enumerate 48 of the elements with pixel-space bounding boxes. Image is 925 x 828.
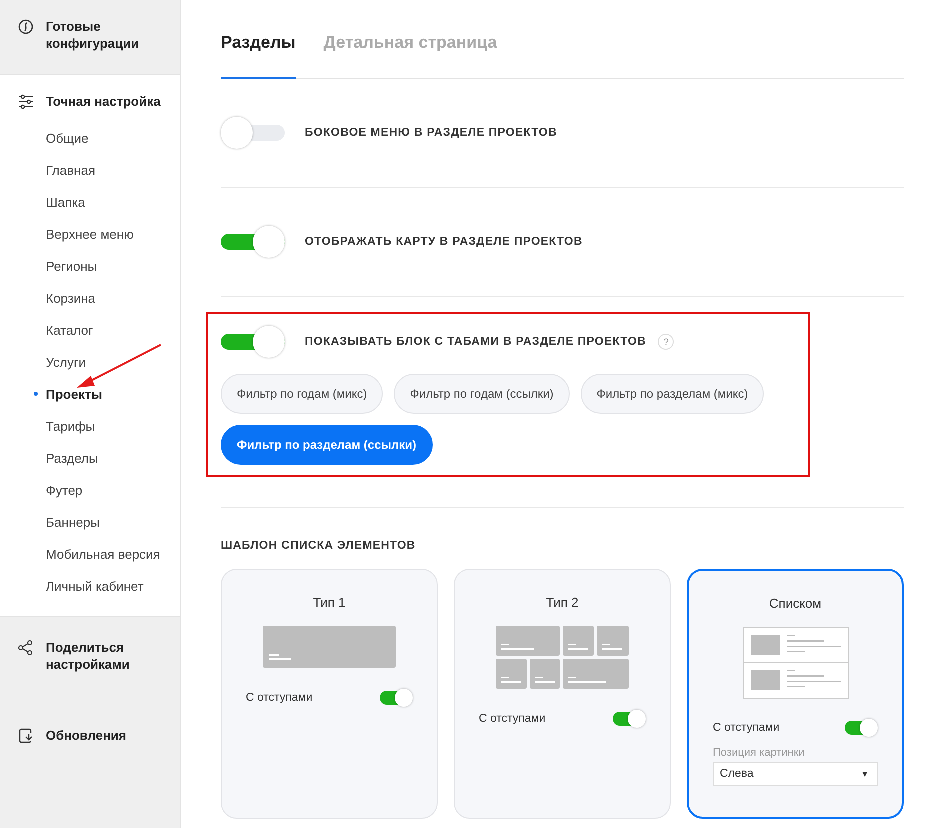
option-label: С отступами	[479, 713, 546, 725]
toggle-switch[interactable]	[380, 689, 413, 707]
toggle-switch[interactable]	[613, 710, 646, 728]
sidebar-item[interactable]: Корзина	[46, 290, 96, 306]
sidebar-item[interactable]: Тарифы	[46, 418, 96, 434]
option-label: С отступами	[246, 692, 313, 704]
sidebar-item[interactable]: Услуги	[46, 354, 86, 370]
image-position-dropdown[interactable]: Слева ▼	[713, 762, 878, 786]
setting-label: ПОКАЗЫВАТЬ БЛОК С ТАБАМИ В РАЗДЕЛЕ ПРОЕКТОВ	[305, 336, 646, 348]
help-icon[interactable]: ?	[658, 334, 674, 350]
sidebar-item[interactable]: Общие	[46, 130, 89, 146]
filter-option-button[interactable]: Фильтр по разделам (микс)	[580, 374, 764, 414]
sidebar-item[interactable]: Разделы	[46, 450, 98, 466]
toggle-switch[interactable]	[221, 326, 285, 358]
filter-option-button[interactable]: Фильтр по годам (ссылки)	[394, 374, 570, 414]
sidebar-item[interactable]: Главная	[46, 162, 96, 178]
sidebar-item[interactable]: Шапка	[46, 194, 86, 210]
sliders-icon	[18, 94, 34, 110]
update-icon	[18, 728, 34, 744]
sidebar-section-link[interactable]: Обновления	[46, 727, 127, 744]
sidebar-item[interactable]: Верхнее меню	[46, 226, 134, 242]
section-title: ШАБЛОН СПИСКА ЭЛЕМЕНТОВ	[221, 540, 417, 552]
filter-option-button[interactable]: Фильтр по годам (микс)	[221, 374, 384, 414]
sidebar-item[interactable]: Баннеры	[46, 514, 100, 530]
circle-icon	[18, 19, 34, 35]
share-icon	[18, 640, 34, 656]
sidebar-section-link[interactable]: Точная настройка	[46, 93, 161, 110]
filter-option-button[interactable]: Фильтр по разделам (ссылки)	[221, 425, 433, 465]
sidebar-item[interactable]: Футер	[46, 482, 83, 498]
setting-label: ОТОБРАЖАТЬ КАРТУ В РАЗДЕЛЕ ПРОЕКТОВ	[305, 236, 583, 248]
template-title: Тип 1	[313, 595, 346, 610]
tab[interactable]: Разделы	[221, 33, 296, 79]
template-card[interactable]: Тип 2 С отступами	[454, 569, 671, 819]
sidebar-item[interactable]: Личный кабинет	[46, 578, 144, 594]
template-title: Списком	[769, 596, 822, 611]
template-card[interactable]: Списком С отступами Позиция картинки Слева ▼	[687, 569, 904, 819]
template-title: Тип 2	[546, 595, 579, 610]
field-label: Позиция картинки	[713, 747, 806, 759]
toggle-switch[interactable]	[221, 226, 285, 258]
sidebar-item[interactable]: Каталог	[46, 322, 94, 338]
sidebar-item[interactable]: Мобильная версия	[46, 546, 160, 562]
toggle-switch[interactable]	[221, 117, 285, 149]
setting-label: БОКОВОЕ МЕНЮ В РАЗДЕЛЕ ПРОЕКТОВ	[305, 127, 558, 139]
sidebar-item[interactable]: Регионы	[46, 258, 98, 274]
option-label: С отступами	[713, 722, 780, 734]
template-card[interactable]: Тип 1 С отступами	[221, 569, 438, 819]
toggle-switch[interactable]	[845, 719, 878, 737]
sidebar-item[interactable]: Проекты	[46, 386, 102, 402]
